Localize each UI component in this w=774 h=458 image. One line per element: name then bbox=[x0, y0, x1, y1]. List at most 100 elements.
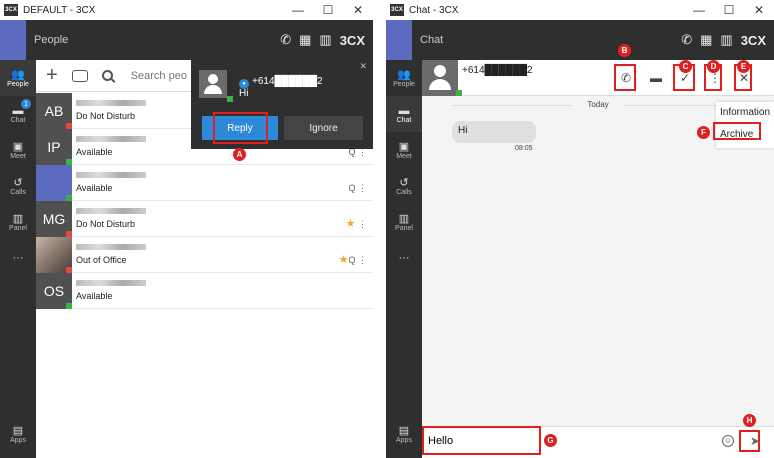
sidebar-item-people[interactable]: 👥 People bbox=[0, 60, 36, 96]
book-icon[interactable]: ▥ bbox=[720, 32, 732, 48]
sidebar-item-chat[interactable]: ▬ Chat bbox=[386, 96, 422, 132]
sidebar-item-people[interactable]: 👥 People bbox=[386, 60, 422, 96]
callout-c: C bbox=[679, 60, 692, 73]
message-input[interactable] bbox=[428, 435, 528, 447]
sidebar-item-meet[interactable]: ▣ Meet bbox=[0, 132, 36, 168]
contact-avatar: AB bbox=[36, 92, 72, 129]
row-actions[interactable]: ★Q ⋮ bbox=[339, 253, 367, 266]
callout-h: H bbox=[743, 414, 756, 427]
sidebar-item-meet[interactable]: ▣ Meet bbox=[386, 132, 422, 168]
title-bar: 3CX DEFAULT - 3CX — ☐ ✕ bbox=[0, 0, 373, 20]
callout-a: A bbox=[233, 148, 246, 161]
callout-d: D bbox=[707, 60, 720, 73]
maximize-button[interactable]: ☐ bbox=[313, 3, 343, 17]
3cx-logo: 3CX bbox=[339, 32, 365, 48]
app-header: People ✆ ▦ ▥ 3CX bbox=[0, 20, 373, 60]
book-icon[interactable]: ▥ bbox=[319, 32, 331, 48]
caller-number: +614██████2 bbox=[252, 76, 323, 87]
3cx-app-icon: 3CX bbox=[4, 4, 18, 16]
add-contact-button[interactable]: + bbox=[46, 64, 58, 87]
contact-photo bbox=[36, 236, 72, 273]
contact-avatar: IP bbox=[36, 128, 72, 165]
sidebar-item-panel[interactable]: ▥ Panel bbox=[0, 204, 36, 240]
sidebar-item-calls[interactable]: ↺ Calls bbox=[0, 168, 36, 204]
minimize-button[interactable]: — bbox=[283, 3, 313, 17]
qr-code-icon[interactable]: ▦ bbox=[700, 32, 712, 48]
contact-status: Available bbox=[76, 291, 113, 301]
user-avatar[interactable] bbox=[0, 20, 26, 60]
minimize-button[interactable]: — bbox=[684, 3, 714, 17]
sidebar: 👥 People ▬ 1 Chat ▣ Meet ↺ Calls ▥ Panel ··· ▤… bbox=[0, 60, 36, 458]
contact-row[interactable]: Out of Office ★Q ⋮ bbox=[36, 236, 373, 273]
status-indicator bbox=[227, 96, 233, 102]
send-icon[interactable]: ➤ bbox=[750, 434, 760, 448]
contact-row[interactable]: OS Available bbox=[36, 272, 373, 309]
call-button[interactable]: ✆ bbox=[617, 68, 635, 88]
history-icon: ↺ bbox=[399, 176, 409, 189]
row-actions[interactable]: ★ ⋮ bbox=[346, 217, 367, 230]
window-title: DEFAULT - 3CX bbox=[23, 4, 96, 16]
contact-name-redacted bbox=[76, 172, 146, 178]
close-icon[interactable]: ✕ bbox=[359, 61, 367, 72]
message-composer: ☺ ➤ bbox=[422, 426, 774, 458]
sidebar-more[interactable]: ··· bbox=[386, 240, 422, 276]
options-menu: Information Archive bbox=[716, 102, 774, 148]
chat-header: +614██████2 ✆ ▬ ✓ ⋮ ✕ bbox=[422, 60, 774, 96]
callout-e: E bbox=[737, 60, 750, 73]
user-avatar[interactable] bbox=[386, 20, 412, 60]
apps-icon: ▤ bbox=[12, 424, 24, 437]
phone-icon[interactable]: ✆ bbox=[280, 32, 291, 48]
sidebar: 👥 People ▬ Chat ▣ Meet ↺ Calls ▥ Panel ··· ▤ A… bbox=[386, 60, 422, 458]
contact-number: +614██████2 bbox=[462, 65, 533, 76]
people-icon: 👥 bbox=[397, 68, 411, 81]
contact-row[interactable]: Available Q ⋮ bbox=[36, 164, 373, 201]
sidebar-item-chat[interactable]: ▬ 1 Chat bbox=[0, 96, 36, 132]
message-time: 08:05 bbox=[515, 145, 533, 152]
panel-icon: ▥ bbox=[398, 212, 410, 225]
contact-name-redacted bbox=[76, 136, 146, 142]
star-icon[interactable]: ★ bbox=[346, 218, 356, 230]
people-icon: 👥 bbox=[11, 68, 25, 81]
menu-item-information[interactable]: Information bbox=[716, 102, 774, 124]
message-icon[interactable]: ▬ bbox=[647, 68, 665, 88]
contact-name-redacted bbox=[76, 100, 146, 106]
contact-status: Do Not Disturb bbox=[76, 219, 136, 229]
unread-badge: 1 bbox=[21, 99, 31, 109]
sidebar-more[interactable]: ··· bbox=[0, 240, 36, 276]
sidebar-item-apps[interactable]: ▤ Apps bbox=[0, 416, 36, 452]
message-bubble: Hi bbox=[452, 121, 536, 143]
search-input[interactable] bbox=[130, 69, 191, 82]
phone-icon[interactable]: ✆ bbox=[681, 32, 692, 48]
contact-avatar: OS bbox=[36, 272, 72, 309]
emoji-icon[interactable]: ☺ bbox=[722, 435, 734, 447]
maximize-button[interactable]: ☐ bbox=[714, 3, 744, 17]
status-indicator bbox=[66, 302, 72, 309]
title-bar: 3CX Chat - 3CX — ☐ ✕ bbox=[386, 0, 774, 20]
contact-avatar bbox=[36, 164, 72, 201]
sidebar-item-apps[interactable]: ▤ Apps bbox=[386, 416, 422, 452]
3cx-app-icon: 3CX bbox=[390, 4, 404, 16]
qr-code-icon[interactable]: ▦ bbox=[299, 32, 311, 48]
callout-g: G bbox=[544, 434, 557, 447]
star-icon[interactable]: ★ bbox=[339, 254, 349, 266]
page-title: People bbox=[34, 34, 69, 46]
sidebar-item-panel[interactable]: ▥ Panel bbox=[386, 204, 422, 240]
contact-avatar bbox=[422, 60, 458, 96]
filter-icon[interactable] bbox=[71, 69, 88, 82]
contact-status: Available bbox=[76, 183, 113, 193]
app-header: Chat ✆ ▦ ▥ 3CX bbox=[386, 20, 774, 60]
row-actions[interactable]: Q ⋮ bbox=[348, 183, 367, 194]
contact-name-redacted bbox=[76, 244, 146, 250]
menu-item-archive[interactable]: Archive bbox=[716, 124, 774, 146]
panel-icon: ▥ bbox=[12, 212, 24, 225]
callout-f: F bbox=[697, 126, 710, 139]
ignore-button[interactable]: Ignore bbox=[284, 116, 363, 140]
close-button[interactable]: ✕ bbox=[343, 3, 373, 17]
contact-row[interactable]: MG Do Not Disturb ★ ⋮ bbox=[36, 200, 373, 237]
sidebar-item-calls[interactable]: ↺ Calls bbox=[386, 168, 422, 204]
apps-icon: ▤ bbox=[398, 424, 410, 437]
history-icon: ↺ bbox=[13, 176, 23, 189]
contact-name-redacted bbox=[76, 208, 146, 214]
reply-button[interactable]: Reply bbox=[202, 116, 278, 140]
close-button[interactable]: ✕ bbox=[744, 3, 774, 17]
